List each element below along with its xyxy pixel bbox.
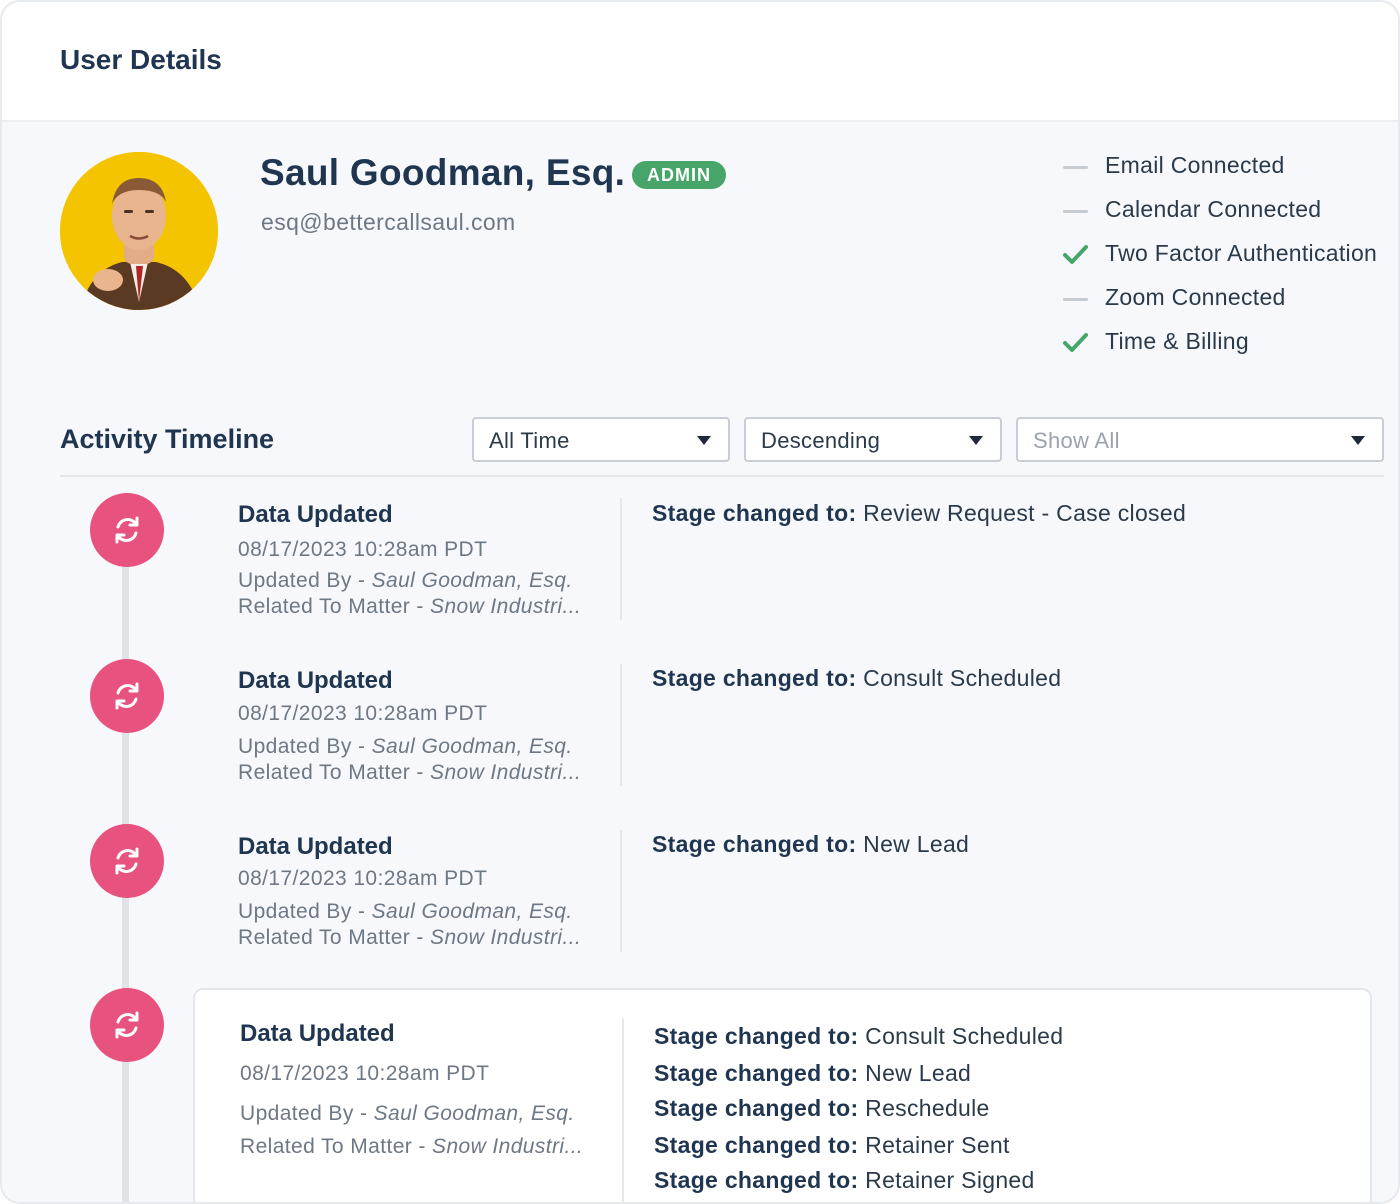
entry-updated-by: Updated By - Saul Goodman, Esq. — [240, 1102, 575, 1125]
dash-icon — [1062, 194, 1090, 230]
divider — [60, 475, 1384, 477]
caret-down-icon — [969, 436, 983, 445]
entry-updated-by: Updated By - Saul Goodman, Esq. — [238, 735, 573, 758]
connection-status-list: Email Connected Calendar Connected Two F… — [1062, 150, 1392, 370]
entry-separator — [620, 830, 622, 952]
status-zoom: Zoom Connected — [1062, 282, 1392, 326]
entry-related-matter[interactable]: Related To Matter - Snow Industri... — [238, 926, 581, 950]
card-header: User Details — [2, 2, 1398, 122]
sync-icon — [90, 493, 164, 567]
status-two-factor: Two Factor Authentication — [1062, 238, 1392, 282]
stage-change: Stage changed to: New Lead — [652, 831, 970, 857]
entry-title: Data Updated — [240, 1020, 395, 1047]
sync-icon — [90, 824, 164, 898]
check-icon — [1062, 238, 1090, 274]
entry-title: Data Updated — [238, 501, 393, 528]
stage-change: Stage changed to: Consult Scheduled — [654, 1023, 1064, 1049]
caret-down-icon — [1351, 436, 1365, 445]
entry-title: Data Updated — [238, 833, 393, 860]
stage-change: Stage changed to: Consult Scheduled — [652, 665, 1062, 691]
entry-related-matter[interactable]: Related To Matter - Snow Industri... — [240, 1135, 583, 1159]
entry-separator — [622, 1018, 624, 1202]
user-photo-icon — [60, 152, 218, 310]
entry-related-matter[interactable]: Related To Matter - Snow Industri... — [238, 595, 581, 619]
entry-related-matter[interactable]: Related To Matter - Snow Industri... — [238, 761, 581, 785]
entry-timestamp: 08/17/2023 10:28am PDT — [238, 538, 488, 561]
activity-type-select[interactable]: Show All — [1016, 417, 1384, 462]
entry-separator — [620, 664, 622, 786]
sort-order-select[interactable]: Descending — [744, 417, 1002, 462]
entry-timestamp: 08/17/2023 10:28am PDT — [238, 702, 488, 725]
time-range-select[interactable]: All Time — [472, 417, 730, 462]
sync-icon — [90, 659, 164, 733]
dash-icon — [1062, 282, 1090, 318]
user-name: Saul Goodman, Esq. — [260, 152, 626, 193]
user-details-card: User Details Saul Goodman, Esq. ADMIN es… — [0, 0, 1400, 1204]
entry-timestamp: 08/17/2023 10:28am PDT — [238, 867, 488, 890]
stage-change: Stage changed to: Reschedule — [654, 1095, 990, 1121]
entry-updated-by: Updated By - Saul Goodman, Esq. — [238, 569, 573, 592]
entry-separator — [620, 498, 622, 620]
entry-updated-by: Updated By - Saul Goodman, Esq. — [238, 900, 573, 923]
status-email: Email Connected — [1062, 150, 1392, 194]
status-time-billing: Time & Billing — [1062, 326, 1392, 370]
stage-change: Stage changed to: Retainer Signed — [654, 1167, 1035, 1193]
avatar — [60, 152, 218, 310]
page-title: User Details — [60, 44, 222, 75]
stage-change: Stage changed to: Retainer Sent — [654, 1132, 1010, 1158]
status-calendar: Calendar Connected — [1062, 194, 1392, 238]
dash-icon — [1062, 150, 1090, 186]
entry-timestamp: 08/17/2023 10:28am PDT — [240, 1062, 490, 1085]
stage-change: Stage changed to: New Lead — [654, 1060, 972, 1086]
stage-change: Stage changed to: Review Request - Case … — [652, 500, 1187, 526]
caret-down-icon — [697, 436, 711, 445]
entry-title: Data Updated — [238, 667, 393, 694]
role-badge: ADMIN — [632, 161, 726, 189]
user-email: esq@bettercallsaul.com — [261, 209, 516, 235]
sync-icon — [90, 988, 164, 1062]
activity-timeline-title: Activity Timeline — [60, 424, 275, 454]
check-icon — [1062, 326, 1090, 362]
